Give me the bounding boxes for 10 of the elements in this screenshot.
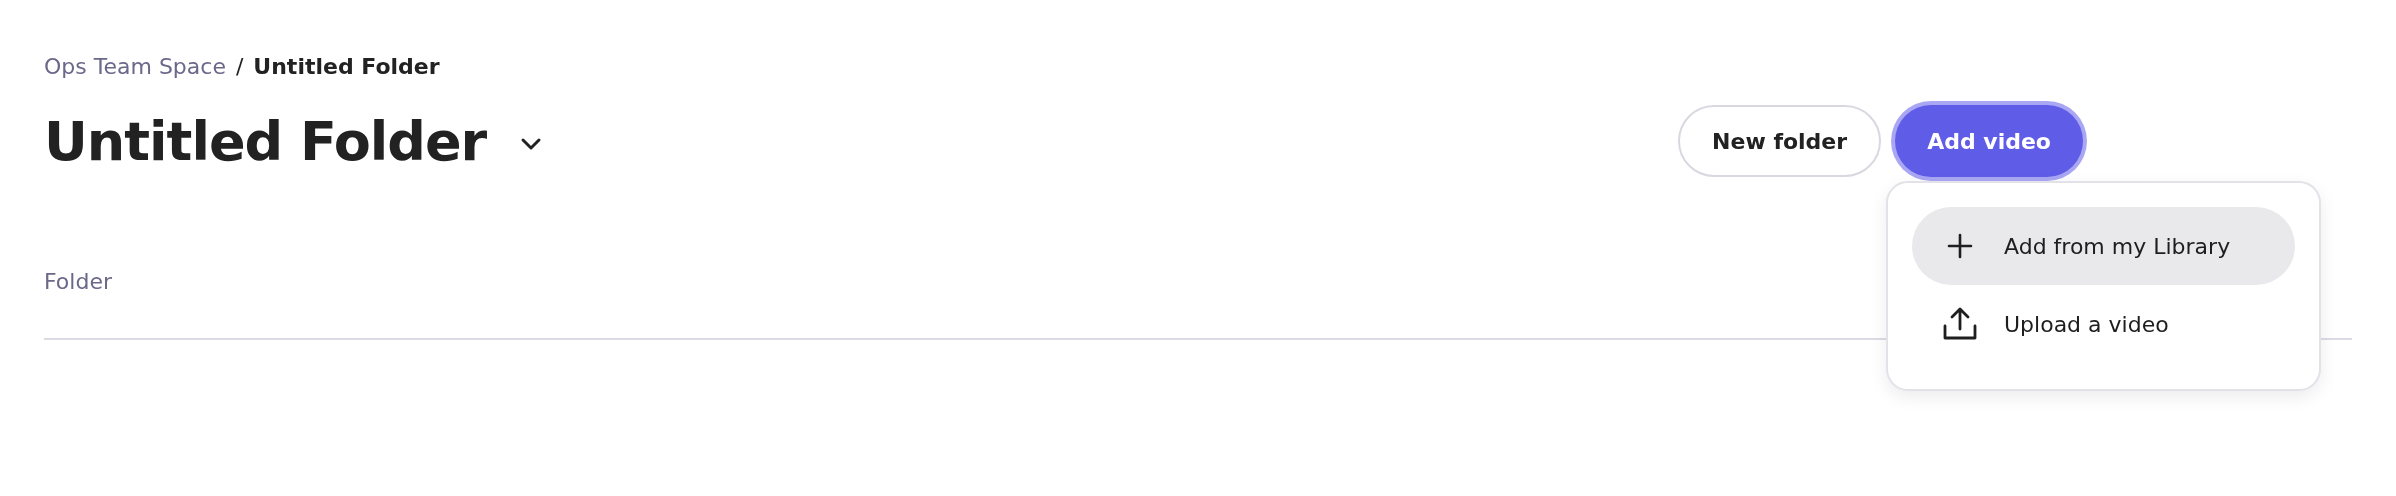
breadcrumb-link[interactable]: Ops Team Space bbox=[44, 54, 226, 79]
breadcrumb-separator: / bbox=[235, 54, 244, 79]
chevron-down-icon[interactable] bbox=[520, 137, 543, 151]
menu-item[interactable]: Upload a video bbox=[1912, 285, 2295, 363]
section-label: Folder bbox=[44, 269, 112, 294]
page-title: Untitled Folder bbox=[44, 109, 487, 173]
menu-item[interactable]: Add from my Library bbox=[1912, 207, 2295, 285]
new-folder-button[interactable]: New folder bbox=[1678, 105, 1882, 177]
breadcrumb-current: Untitled Folder bbox=[253, 54, 440, 79]
upload-icon bbox=[1942, 306, 1978, 342]
